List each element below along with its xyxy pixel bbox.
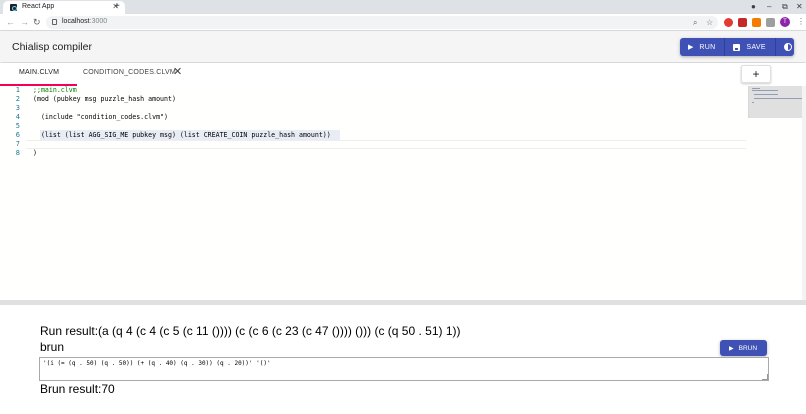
brun-heading: brun (40, 340, 65, 354)
forward-arrow-icon[interactable]: → (20, 17, 29, 27)
reload-icon[interactable]: ↻ (33, 17, 41, 27)
minimize-icon[interactable]: – (767, 2, 771, 12)
extensions-puzzle-icon[interactable] (766, 18, 775, 27)
code-line: ;;main.clvm (33, 86, 77, 94)
bookmark-star-icon[interactable]: ☆ (706, 17, 713, 28)
contrast-icon (783, 43, 792, 51)
maximize-icon[interactable]: ⧉ (782, 2, 788, 12)
back-arrow-icon[interactable]: ← (6, 17, 15, 27)
code-line: ) (33, 149, 37, 157)
code-line: (mod (pubkey msg puzzle_hash amount) (33, 95, 176, 103)
zoom-icon[interactable]: ⌕ (693, 17, 697, 28)
tab-main-clvm[interactable]: MAIN.CLVM (19, 69, 59, 76)
editor-tabs: MAIN.CLVM CONDITION_CODES.CLVM (0, 63, 806, 85)
run-button[interactable]: ▶ RUN (680, 38, 726, 56)
address-bar[interactable]: localhost:3000 ⌕ ☆ (46, 16, 718, 29)
play-icon: ▶ (729, 345, 734, 352)
panel-divider[interactable] (0, 300, 806, 305)
code-editor[interactable]: 1 2 3 4 5 6 7 8 ;;main.clvm (mod (pubkey… (0, 86, 806, 300)
react-favicon-icon (10, 4, 17, 11)
info-icon (52, 19, 57, 25)
browser-toolbar: ← → ↻ localhost:3000 ⌕ ☆ (0, 14, 806, 31)
avatar[interactable]: T (780, 17, 790, 27)
line-number: 4 (15, 113, 20, 121)
browser-tab-title: React App (22, 3, 55, 10)
window-close-icon[interactable]: ✕ (796, 2, 803, 12)
line-number-gutter: 1 2 3 4 5 6 7 8 (0, 86, 26, 300)
line-number: 8 (15, 149, 20, 157)
app-header: Chialisp compiler ▶ RUN SAVE (0, 32, 806, 62)
browser-tabstrip: React App ✕ + ● – ⧉ ✕ (0, 0, 806, 14)
current-line-highlight (26, 140, 746, 149)
line-number: 1 (15, 86, 20, 94)
brun-button[interactable]: ▶ BRUN (720, 340, 767, 356)
run-result-text: Run result:(a (q 4 (c 4 (c 5 (c 11 ())))… (40, 324, 461, 338)
theme-toggle-button[interactable] (776, 38, 800, 56)
tab-condition-codes-clvm[interactable]: CONDITION_CODES.CLVM (83, 69, 176, 76)
line-number: 3 (15, 104, 20, 112)
more-menu-icon[interactable]: ⋮ (797, 17, 805, 27)
code-line: (include "condition_codes.clvm") (33, 113, 168, 121)
browser-tab[interactable]: React App ✕ (3, 1, 125, 14)
extension-icon[interactable] (724, 18, 733, 27)
line-number: 2 (15, 95, 20, 103)
play-icon: ▶ (688, 44, 694, 51)
line-number: 5 (15, 122, 20, 130)
extension-icon[interactable] (738, 18, 747, 27)
brun-input-field[interactable]: '(i (= (q . 50) (q . 50)) (+ (q . 40) (q… (39, 357, 769, 381)
line-number: 7 (15, 140, 20, 148)
textarea-resize-handle[interactable] (762, 374, 768, 380)
new-tab-icon[interactable]: + (114, 1, 120, 12)
action-button-group: ▶ RUN SAVE (680, 38, 794, 56)
code-line: (list (list AGG_SIG_ME pubkey msg) (list… (33, 131, 331, 139)
add-file-button[interactable]: + (741, 65, 771, 83)
vertical-scrollbar[interactable] (802, 86, 806, 300)
page-title: Chialisp compiler (12, 41, 92, 53)
metamask-icon[interactable] (752, 18, 761, 27)
profile-menu-icon[interactable]: ● (751, 2, 756, 12)
save-button[interactable]: SAVE (725, 38, 776, 56)
line-number: 6 (15, 131, 20, 139)
save-icon (733, 43, 741, 51)
close-icon[interactable]: ✕ (173, 66, 182, 78)
url-text: localhost:3000 (62, 18, 108, 25)
brun-result-text: Brun result:70 (40, 382, 115, 396)
minimap-slider[interactable] (748, 86, 802, 118)
